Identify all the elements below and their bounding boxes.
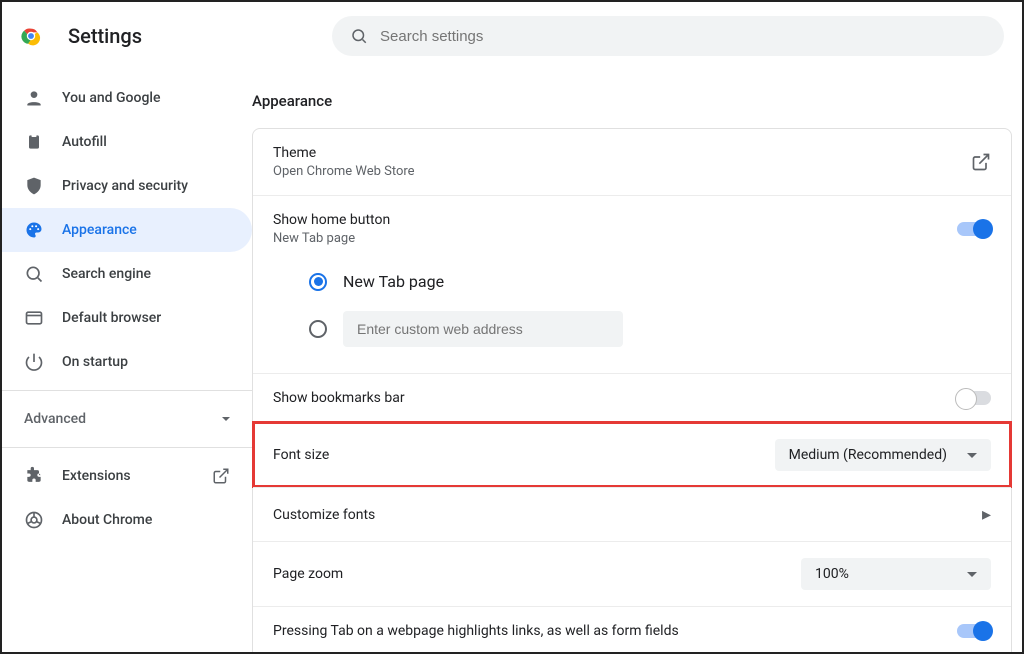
row-bookmarks-bar: Show bookmarks bar xyxy=(253,373,1011,422)
row-customize-fonts[interactable]: Customize fonts ▸ xyxy=(253,487,1011,541)
person-icon xyxy=(24,88,44,108)
chrome-logo-icon xyxy=(20,25,42,47)
select-value: Medium (Recommended) xyxy=(789,447,947,463)
page-zoom-title: Page zoom xyxy=(273,566,801,582)
sidebar-item-label: Default browser xyxy=(62,310,161,326)
home-button-options: New Tab page xyxy=(253,262,1011,373)
search-bar[interactable] xyxy=(332,16,1004,56)
tab-highlight-toggle[interactable] xyxy=(957,624,991,638)
sidebar-item-privacy[interactable]: Privacy and security xyxy=(2,164,252,208)
row-theme[interactable]: Theme Open Chrome Web Store xyxy=(253,129,1011,195)
chevron-right-icon: ▸ xyxy=(982,504,991,525)
search-icon xyxy=(24,264,44,284)
browser-icon xyxy=(24,308,44,328)
home-button-subtitle: New Tab page xyxy=(273,231,957,246)
chrome-icon xyxy=(24,510,44,530)
home-button-toggle[interactable] xyxy=(957,222,991,236)
customize-fonts-title: Customize fonts xyxy=(273,507,982,523)
sidebar-advanced[interactable]: Advanced xyxy=(2,397,252,441)
sidebar: You and Google Autofill Privacy and secu… xyxy=(2,62,252,652)
divider xyxy=(2,390,252,391)
row-font-size: Font size Medium (Recommended) xyxy=(253,422,1011,487)
row-home-button: Show home button New Tab page xyxy=(253,195,1011,262)
bookmarks-bar-title: Show bookmarks bar xyxy=(273,390,957,406)
sidebar-item-label: Search engine xyxy=(62,266,151,282)
sidebar-item-on-startup[interactable]: On startup xyxy=(2,340,252,384)
tab-highlight-title: Pressing Tab on a webpage highlights lin… xyxy=(273,623,957,639)
shield-icon xyxy=(24,176,44,196)
open-in-new-icon xyxy=(971,152,991,172)
bookmarks-bar-toggle[interactable] xyxy=(957,391,991,405)
font-size-select[interactable]: Medium (Recommended) xyxy=(775,439,991,471)
sidebar-item-appearance[interactable]: Appearance xyxy=(2,208,252,252)
content-area: Appearance Theme Open Chrome Web Store S… xyxy=(252,62,1022,652)
search-input[interactable] xyxy=(380,28,986,45)
theme-title: Theme xyxy=(273,145,971,161)
palette-icon xyxy=(24,220,44,240)
advanced-label: Advanced xyxy=(24,411,86,427)
divider xyxy=(2,447,252,448)
radio-option-custom[interactable] xyxy=(309,301,991,357)
clipboard-icon xyxy=(24,132,44,152)
open-in-new-icon xyxy=(212,467,230,485)
row-page-zoom: Page zoom 100% xyxy=(253,541,1011,606)
sidebar-item-label: On startup xyxy=(62,354,128,370)
radio-option-newtab[interactable]: New Tab page xyxy=(309,262,991,301)
radio-icon xyxy=(309,320,327,338)
sidebar-item-search-engine[interactable]: Search engine xyxy=(2,252,252,296)
sidebar-item-label: Privacy and security xyxy=(62,178,188,194)
radio-label: New Tab page xyxy=(343,272,444,291)
app-title: Settings xyxy=(68,24,142,48)
sidebar-item-label: Autofill xyxy=(62,134,107,150)
radio-icon xyxy=(309,273,327,291)
font-size-title: Font size xyxy=(273,447,775,463)
sidebar-item-about[interactable]: About Chrome xyxy=(2,498,252,542)
theme-subtitle: Open Chrome Web Store xyxy=(273,164,971,179)
chevron-down-icon xyxy=(967,453,977,458)
sidebar-item-autofill[interactable]: Autofill xyxy=(2,120,252,164)
chevron-down-icon xyxy=(967,572,977,577)
appearance-card: Theme Open Chrome Web Store Show home bu… xyxy=(252,128,1012,652)
page-zoom-select[interactable]: 100% xyxy=(801,558,991,590)
section-heading: Appearance xyxy=(252,92,1012,110)
row-tab-highlight: Pressing Tab on a webpage highlights lin… xyxy=(253,606,1011,652)
sidebar-item-label: Extensions xyxy=(62,468,131,484)
search-icon xyxy=(350,27,368,45)
extension-icon xyxy=(24,466,44,486)
sidebar-item-you-and-google[interactable]: You and Google xyxy=(2,76,252,120)
sidebar-item-default-browser[interactable]: Default browser xyxy=(2,296,252,340)
sidebar-item-label: Appearance xyxy=(62,222,137,238)
custom-url-input[interactable] xyxy=(343,311,623,347)
sidebar-item-label: You and Google xyxy=(62,90,160,106)
chevron-down-icon xyxy=(222,417,230,421)
select-value: 100% xyxy=(815,566,849,582)
home-button-title: Show home button xyxy=(273,212,957,228)
power-icon xyxy=(24,352,44,372)
sidebar-item-label: About Chrome xyxy=(62,512,152,528)
sidebar-item-extensions[interactable]: Extensions xyxy=(2,454,252,498)
